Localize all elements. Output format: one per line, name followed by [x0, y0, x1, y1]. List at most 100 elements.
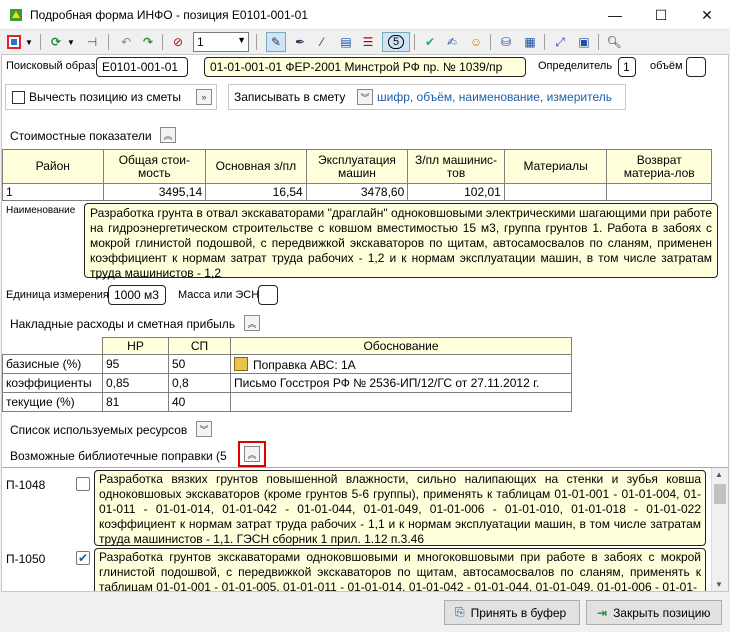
overhead-nr-cell[interactable]: 0,85 [102, 373, 169, 393]
costs-section-label: Стоимостные показатели [10, 129, 152, 143]
maximize-button[interactable]: ☐ [638, 0, 684, 30]
write-value[interactable]: шифр, объём, наименование, измеритель [377, 90, 612, 104]
subtract-more-button[interactable]: » [196, 89, 212, 105]
unit-field[interactable]: 1000 м3 [108, 285, 166, 305]
close-icon: ✕ [701, 6, 713, 23]
expand-resources-button[interactable]: ︾ [196, 421, 212, 437]
cost-cell [503, 183, 608, 201]
subtract-checkbox[interactable] [12, 91, 25, 104]
overhead-header: Обоснование [230, 337, 572, 355]
library-section-label: Возможные библиотечные поправки (5 [10, 449, 227, 463]
scroll-down-icon[interactable]: ▼ [715, 580, 723, 589]
overhead-reason-cell: Письмо Госстроя РФ № 2536-ИП/12/ГС от 27… [230, 373, 572, 393]
app-icon [10, 9, 22, 21]
search-field[interactable]: Е0101-001-01 [96, 57, 188, 77]
mass-label: Масса или ЭСН [178, 289, 260, 301]
redo-icon[interactable]: ↷ [138, 32, 158, 52]
overhead-sp-cell[interactable]: 40 [168, 392, 231, 412]
name-label: Наименование [6, 205, 76, 216]
overhead-table: НР СП Обоснование базисные (%) 95 50 Поп… [2, 337, 572, 412]
brush-icon[interactable]: ⁄ [312, 32, 332, 52]
cost-cell: 1 [2, 183, 104, 201]
dropdown-arrow-icon[interactable]: ▼ [24, 32, 34, 52]
table-icon[interactable]: ▦ [520, 32, 540, 52]
collapse-costs-button[interactable]: ︽ [160, 127, 176, 143]
exit-icon: ⇥ [597, 605, 608, 620]
library-item-checkbox[interactable] [76, 477, 90, 491]
correction-icon [234, 356, 248, 371]
overhead-reason-cell: Поправка АВС: 1А [230, 354, 572, 374]
grid-icon[interactable] [4, 32, 24, 52]
cost-header: Эксплуатация машин [305, 149, 409, 184]
window-title: Подробная форма ИНФО - позиция Е0101-001… [30, 8, 308, 22]
document-icon[interactable]: ▤ [336, 32, 356, 52]
overhead-header: СП [168, 337, 231, 355]
overhead-nr-cell[interactable]: 95 [102, 354, 169, 374]
pen-icon[interactable]: ✒ [290, 32, 310, 52]
name-field: Разработка грунта в отвал экскаваторами … [84, 203, 718, 280]
accept-buffer-button[interactable]: ⎘ Принять в буфер [444, 600, 580, 625]
overhead-reason-text: Поправка АВС: 1А [253, 357, 356, 372]
bookmark-icon[interactable]: ✎ [266, 32, 286, 52]
cost-header: Основная з/пл [205, 149, 307, 184]
scroll-up-icon[interactable]: ▲ [715, 470, 723, 479]
undo-icon[interactable]: ↶ [116, 32, 136, 52]
volume-field[interactable] [686, 57, 706, 77]
write-label: Записывать в смету [234, 90, 346, 104]
overhead-reason-cell [230, 392, 572, 412]
close-position-button[interactable]: ⇥ Закрыть позицию [586, 600, 722, 625]
title-bar: Подробная форма ИНФО - позиция Е0101-001… [0, 0, 730, 30]
cost-header: Район [2, 149, 104, 184]
grid-view-icon[interactable]: ▣ [574, 32, 594, 52]
library-item-code: П-1050 [6, 552, 46, 566]
accept-buffer-label: Принять в буфер [470, 605, 567, 620]
library-scrollbar[interactable]: ▲ ▼ [711, 468, 728, 591]
edit-doc-icon[interactable]: ✍ [442, 32, 462, 52]
buffer-icon: ⎘ [455, 605, 465, 619]
counter-value: 5 [387, 35, 405, 49]
list-doc-icon[interactable]: ☰ [358, 32, 378, 52]
overhead-sp-cell[interactable]: 50 [168, 354, 231, 374]
collapse-library-button[interactable]: ︽ [244, 446, 260, 462]
collapse-overhead-button[interactable]: ︽ [244, 315, 260, 331]
cost-cell: 3495,14 [102, 183, 207, 201]
library-item-checkbox[interactable]: ✔ [76, 551, 90, 565]
level-combo[interactable]: 1 ▼ [193, 32, 249, 52]
double-chevron-right-icon: » [201, 92, 207, 102]
mass-field[interactable] [258, 285, 278, 305]
determinant-field[interactable]: 1 [618, 57, 636, 77]
determinant-label: Определитель [538, 60, 613, 72]
volume-label: объём [650, 60, 683, 72]
minimize-button[interactable]: — [592, 0, 638, 30]
overhead-header [2, 337, 103, 355]
scroll-thumb[interactable] [714, 484, 726, 504]
no-edit-icon[interactable]: ⊘ [168, 32, 188, 52]
library-list: П-1048 Разработка вязких грунтов повышен… [2, 467, 728, 591]
cost-cell: 16,54 [205, 183, 307, 201]
close-position-label: Закрыть позицию [613, 605, 711, 620]
chevron-up-icon: ︽ [163, 130, 173, 141]
resources-section-label: Список используемых ресурсов [10, 423, 188, 437]
counter-button[interactable]: 5 [382, 32, 410, 52]
library-item-text: Разработка грунтов экскаваторами одноков… [94, 548, 706, 591]
expand-icon[interactable]: ⤢ [550, 32, 570, 52]
library-item-code: П-1048 [6, 478, 46, 492]
search-doc-icon[interactable]: 🔍︎ [604, 32, 624, 52]
pin-icon[interactable]: ⊣ [82, 32, 102, 52]
close-button[interactable]: ✕ [684, 0, 730, 30]
chevron-down-icon: ▼ [237, 35, 246, 45]
refresh-icon[interactable]: ⟳ [46, 32, 66, 52]
cost-header: Общая стои-мость [102, 149, 207, 184]
overhead-sp-cell[interactable]: 0,8 [168, 373, 231, 393]
cost-table: Район Общая стои-мость Основная з/пл Экс… [2, 149, 712, 201]
overhead-nr-cell[interactable]: 81 [102, 392, 169, 412]
subtract-group: Вычесть позицию из сметы » [5, 84, 217, 110]
database-icon[interactable]: ⛁ [496, 32, 516, 52]
chevron-down-icon: ︾ [199, 424, 209, 435]
chevron-up-icon: ︽ [247, 449, 257, 460]
dropdown-arrow-icon[interactable]: ▼ [66, 32, 76, 52]
user-icon[interactable]: ☺ [466, 32, 486, 52]
write-dropdown-button[interactable]: ︾ [357, 89, 373, 105]
check-doc-icon[interactable]: ✔ [420, 32, 440, 52]
search-label: Поисковый образ [6, 60, 96, 72]
